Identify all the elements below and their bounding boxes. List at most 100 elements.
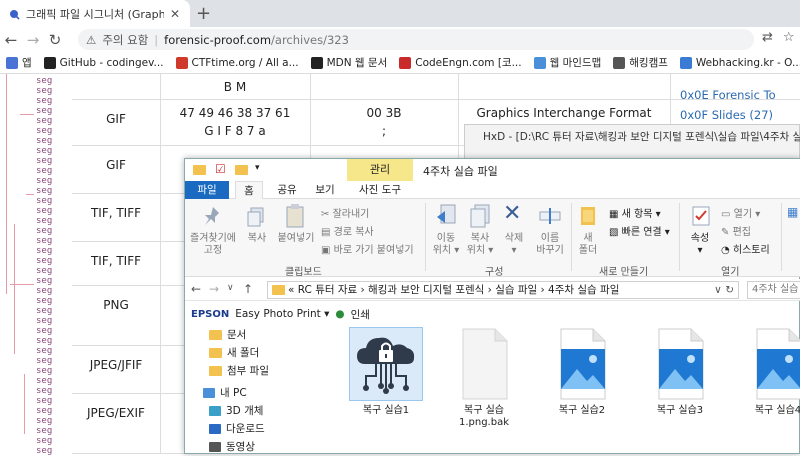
nav-item[interactable]: 다운로드 — [209, 421, 265, 436]
bookmark-item[interactable]: CTFtime.org / All a... — [175, 56, 299, 69]
format-cell: JPEG/EXIF — [87, 406, 145, 420]
properties-check-icon[interactable]: ☑ — [215, 162, 226, 176]
manage-tab-header[interactable]: 관리 — [347, 159, 413, 181]
nav-item-label: 문서 — [227, 329, 247, 341]
bookmark-label: 앱 — [22, 57, 32, 69]
toc-link-forensic-tools[interactable]: 0x0E Forensic To — [680, 88, 776, 102]
bookmark-item[interactable]: CodeEngn.com [코... — [399, 55, 522, 70]
image-file-icon — [658, 328, 704, 400]
easy-access-button[interactable]: ▧ 빠른 연결 ▾ — [609, 223, 670, 238]
quick-access-folder-icon[interactable] — [193, 165, 206, 175]
nav-item[interactable]: 새 폴더 — [209, 345, 259, 360]
tree-seg-label: seg — [36, 446, 53, 456]
bookmark-item[interactable]: GitHub - codingev... — [43, 56, 164, 69]
format-cell: JPEG/JFIF — [89, 358, 143, 372]
quick-access-dropdown-icon[interactable]: ▾ — [255, 163, 260, 173]
tree-seg-label: seg — [36, 326, 53, 336]
cut-button[interactable]: ✂ 잘라내기 — [321, 205, 369, 220]
bookmark-item[interactable]: MDN 웹 문서 — [310, 55, 388, 70]
tab-file[interactable]: 파일 — [185, 181, 229, 199]
tab-picture-tools[interactable]: 사진 도구 — [347, 181, 413, 199]
delete-button[interactable]: 삭제 ▾ — [497, 233, 531, 257]
tree-seg-label: seg — [36, 206, 53, 216]
tree-seg-label: seg — [36, 196, 53, 206]
warning-icon[interactable]: ⚠ — [86, 33, 96, 47]
nav-item[interactable]: 첨부 파일 — [209, 363, 269, 378]
explorer-address-box[interactable]: « RC 튜터 자료 › 해킹과 보안 디지털 포렌식 › 실습 파일 › 4주… — [267, 281, 739, 299]
rename-button[interactable]: 이름 바꾸기 — [533, 233, 567, 257]
edit-button[interactable]: ✎ 편집 — [721, 223, 751, 238]
print-button[interactable]: 인쇄 — [351, 307, 370, 322]
open-button[interactable]: ▭ 열기 ▾ — [721, 205, 760, 220]
tab-home[interactable]: 홈 — [235, 181, 263, 199]
pin-quick-access-button[interactable]: 즐겨찾기에 고정 — [187, 233, 239, 257]
bookmark-item[interactable]: 해킹캠프 — [613, 55, 668, 70]
bookmark-favicon-icon — [613, 56, 626, 69]
file-item[interactable]: 복구 실습1 — [343, 327, 429, 417]
file-item[interactable]: 복구 실습3 — [637, 327, 723, 417]
select-all-icon[interactable]: ▦ — [787, 205, 798, 219]
bookmark-item[interactable]: 웹 마인드맵 — [533, 55, 601, 70]
file-item[interactable]: 복구 실습 1.png.bak — [441, 327, 527, 429]
print-icon[interactable]: ● — [335, 308, 344, 320]
translate-icon[interactable]: ⇄ — [762, 30, 773, 45]
tab-close-icon[interactable]: ✕ — [170, 7, 180, 21]
new-tab-icon[interactable]: + — [196, 3, 211, 24]
move-to-button[interactable]: 이동 위치 ▾ — [429, 233, 463, 257]
back-icon[interactable]: ← — [0, 31, 22, 49]
copy-button[interactable]: 복사 — [243, 233, 271, 245]
explorer-search-input[interactable]: 4주차 실습 — [747, 281, 800, 299]
new-item-button[interactable]: ▦ 새 항목 ▾ — [609, 205, 661, 220]
file-item[interactable]: 복구 실습4 — [735, 327, 800, 417]
toc-link-slides[interactable]: 0x0F Slides (27) — [680, 108, 773, 122]
new-folder-button[interactable]: 새 폴더 — [573, 233, 603, 257]
tab-share[interactable]: 공유 — [269, 181, 305, 199]
cloud-lock-icon — [357, 337, 415, 394]
nav-item[interactable]: 3D 개체 — [209, 403, 263, 418]
bookmark-label: 해킹캠프 — [629, 57, 668, 69]
pin-icon — [205, 207, 219, 225]
recent-dropdown-icon[interactable]: ∨ — [227, 283, 234, 293]
properties-button[interactable]: 속성 ▾ — [685, 233, 715, 257]
tree-seg-label: seg — [36, 306, 53, 316]
bookmark-star-icon[interactable]: ☆ — [783, 30, 795, 45]
new-folder-quick-icon[interactable] — [235, 165, 248, 175]
tab-view[interactable]: 보기 — [309, 181, 341, 199]
file-thumbnail — [349, 327, 423, 401]
bookmark-item[interactable]: Webhacking.kr - O... — [679, 56, 800, 69]
copy-path-button[interactable]: ▤ 경로 복사 — [321, 223, 374, 238]
nav-item[interactable]: 문서 — [209, 327, 246, 342]
edit-label: 편집 — [732, 227, 751, 238]
file-item[interactable]: 복구 실습2 — [539, 327, 625, 417]
bookmark-label: Webhacking.kr - O... — [695, 56, 800, 69]
back-nav-icon[interactable]: ← — [191, 282, 201, 296]
browser-tab[interactable]: 그래픽 파일 시그니처 (Graphic F ✕ — [0, 0, 190, 27]
security-warning[interactable]: 주의 요함 — [102, 32, 148, 48]
address-bar[interactable]: ⚠ 주의 요함 | forensic-proof.com/archives/32… — [78, 29, 754, 50]
history-button[interactable]: ◔ 히스토리 — [721, 241, 770, 256]
reload-icon[interactable]: ↻ — [44, 31, 66, 49]
bookmark-item[interactable]: 앱 — [6, 55, 32, 70]
paste-button[interactable]: 붙여넣기 — [273, 233, 319, 245]
format-cell: TIF, TIFF — [90, 254, 142, 268]
folder-icon — [209, 329, 222, 340]
file-thumbnail — [447, 327, 521, 401]
address-refresh-icon[interactable]: ∨ ↻ — [714, 282, 734, 298]
copy-to-button[interactable]: 복사 위치 ▾ — [463, 233, 497, 257]
up-icon[interactable]: ↑ — [243, 282, 253, 296]
bookmark-favicon-icon — [679, 56, 692, 69]
file-thumbnail — [741, 327, 800, 401]
url-text[interactable]: forensic-proof.com/archives/323 — [164, 33, 349, 47]
paste-shortcut-button[interactable]: ▣ 바로 가기 붙여넣기 — [321, 241, 414, 256]
easy-photo-print-button[interactable]: Easy Photo Print ▾ — [235, 308, 329, 320]
file-explorer-window[interactable]: ☑ ▾ 관리 4주차 실습 파일 파일 홈 공유 보기 사진 도구 즐겨찾기에 … — [184, 158, 800, 454]
omnibox-separator: | — [154, 32, 159, 47]
bookmark-label: MDN 웹 문서 — [326, 57, 388, 69]
file-name: 복구 실습3 — [656, 405, 704, 416]
nav-item[interactable]: 내 PC — [203, 385, 247, 400]
forward-nav-icon[interactable]: → — [209, 282, 219, 296]
navigation-pane: 문서새 폴더첨부 파일내 PC 3D 개체다운로드동영상 — [185, 323, 335, 455]
forward-icon[interactable]: → — [22, 31, 44, 49]
tree-connector-line — [14, 224, 15, 354]
nav-item[interactable]: 동영상 — [209, 439, 255, 454]
